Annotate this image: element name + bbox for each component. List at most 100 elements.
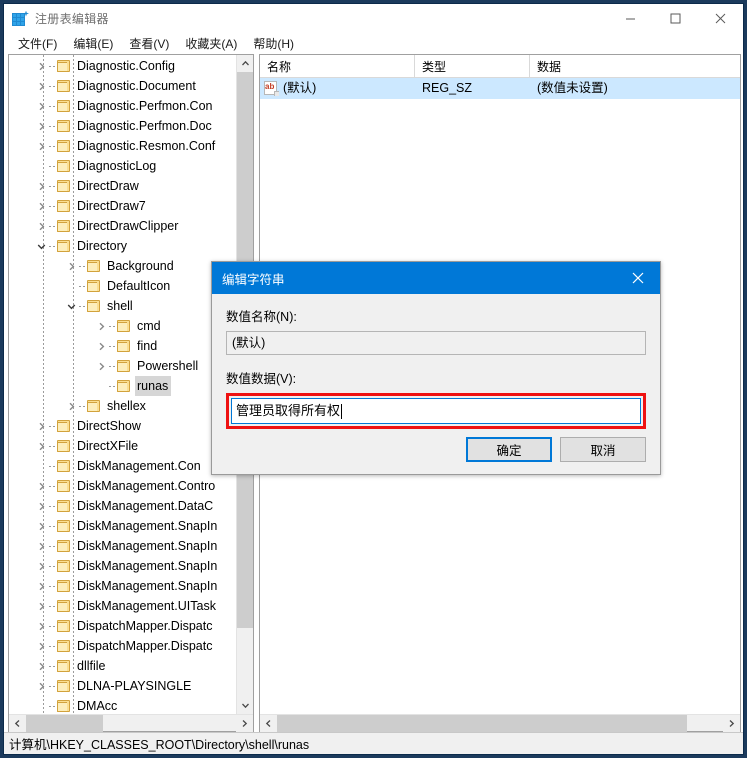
chevron-right-icon[interactable]	[63, 396, 79, 416]
chevron-right-icon[interactable]	[33, 216, 49, 236]
tree-item-diagnostic-config[interactable]: Diagnostic.Config	[9, 56, 236, 76]
tree-item-runas[interactable]: runas	[9, 376, 236, 396]
tree-item-diskmanagement-snapin[interactable]: DiskManagement.SnapIn	[9, 516, 236, 536]
tree-item-powershell[interactable]: Powershell	[9, 356, 236, 376]
values-horizontal-scrollbar[interactable]	[260, 714, 740, 732]
tree-horizontal-scrollbar[interactable]	[9, 714, 253, 732]
tree-item-diagnostic-document[interactable]: Diagnostic.Document	[9, 76, 236, 96]
scroll-up-icon[interactable]	[237, 55, 253, 72]
chevron-right-icon[interactable]	[93, 356, 109, 376]
chevron-right-icon[interactable]	[33, 196, 49, 216]
menu-help[interactable]: 帮助(H)	[245, 33, 302, 55]
close-button[interactable]	[698, 4, 743, 33]
chevron-down-icon[interactable]	[33, 236, 49, 256]
tree-item-diagnosticlog[interactable]: DiagnosticLog	[9, 156, 236, 176]
values-hscroll-thumb[interactable]	[277, 714, 687, 732]
tree-item-diskmanagement-uitask[interactable]: DiskManagement.UITask	[9, 596, 236, 616]
folder-icon	[56, 699, 72, 713]
chevron-right-icon[interactable]	[33, 536, 49, 556]
tree-item-shell[interactable]: shell	[9, 296, 236, 316]
chevron-right-icon[interactable]	[33, 176, 49, 196]
cancel-button[interactable]: 取消	[560, 437, 646, 462]
chevron-down-icon[interactable]	[63, 296, 79, 316]
tree-item-diagnostic-resmon-conf[interactable]: Diagnostic.Resmon.Conf	[9, 136, 236, 156]
tree-item-diagnostic-perfmon-doc[interactable]: Diagnostic.Perfmon.Doc	[9, 116, 236, 136]
value-name-cell[interactable]: ab (默认)	[260, 78, 415, 99]
tree-item-diskmanagement-datac[interactable]: DiskManagement.DataC	[9, 496, 236, 516]
tree-item-directdrawclipper[interactable]: DirectDrawClipper	[9, 216, 236, 236]
chevron-right-icon[interactable]	[33, 56, 49, 76]
tree-item-diskmanagement-snapin[interactable]: DiskManagement.SnapIn	[9, 556, 236, 576]
chevron-right-icon[interactable]	[33, 556, 49, 576]
chevron-right-icon[interactable]	[33, 496, 49, 516]
scroll-right-icon[interactable]	[236, 714, 253, 732]
tree-item-dispatchmapper-dispatc[interactable]: DispatchMapper.Dispatc	[9, 616, 236, 636]
text-caret	[341, 403, 343, 419]
chevron-right-icon[interactable]	[33, 516, 49, 536]
tree-connector	[49, 606, 56, 607]
minimize-button[interactable]	[608, 4, 653, 33]
tree-item-shellex[interactable]: shellex	[9, 396, 236, 416]
table-row[interactable]: ab (默认) REG_SZ (数值未设置)	[260, 78, 740, 99]
column-header-type[interactable]: 类型	[415, 55, 530, 78]
chevron-right-icon[interactable]	[33, 676, 49, 696]
chevron-right-icon[interactable]	[33, 116, 49, 136]
tree-item-diskmanagement-snapin[interactable]: DiskManagement.SnapIn	[9, 536, 236, 556]
dialog-close-icon[interactable]	[616, 262, 660, 294]
tree-item-diskmanagement-contro[interactable]: DiskManagement.Contro	[9, 476, 236, 496]
folder-icon	[116, 339, 132, 353]
chevron-right-icon[interactable]	[33, 96, 49, 116]
tree-item-dlna-playsingle[interactable]: DLNA-PLAYSINGLE	[9, 676, 236, 696]
chevron-right-icon[interactable]	[33, 596, 49, 616]
chevron-right-icon[interactable]	[33, 136, 49, 156]
scroll-down-icon[interactable]	[237, 697, 253, 714]
tree-item-directshow[interactable]: DirectShow	[9, 416, 236, 436]
menu-edit[interactable]: 编辑(E)	[65, 33, 121, 55]
registry-tree[interactable]: Diagnostic.Config Diagnostic.Document Diag…	[9, 55, 236, 714]
chevron-right-icon[interactable]	[93, 316, 109, 336]
chevron-right-icon[interactable]	[93, 336, 109, 356]
tree-connector	[49, 626, 56, 627]
maximize-button[interactable]	[653, 4, 698, 33]
scroll-right-icon[interactable]	[723, 714, 740, 732]
tree-item-label: shellex	[107, 399, 146, 413]
value-data-input[interactable]: 管理员取得所有权	[231, 398, 641, 424]
menu-view[interactable]: 查看(V)	[121, 33, 177, 55]
tree-item-directxfile[interactable]: DirectXFile	[9, 436, 236, 456]
chevron-right-icon[interactable]	[63, 256, 79, 276]
menu-file[interactable]: 文件(F)	[10, 33, 65, 55]
chevron-right-icon[interactable]	[33, 616, 49, 636]
tree-item-background[interactable]: Background	[9, 256, 236, 276]
tree-item-diskmanagement-con[interactable]: DiskManagement.Con	[9, 456, 236, 476]
chevron-right-icon[interactable]	[33, 576, 49, 596]
tree-hscroll-track[interactable]	[26, 714, 236, 732]
chevron-right-icon[interactable]	[33, 76, 49, 96]
tree-item-defaulticon[interactable]: DefaultIcon	[9, 276, 236, 296]
column-header-name[interactable]: 名称	[260, 55, 415, 78]
tree-item-dllfile[interactable]: dllfile	[9, 656, 236, 676]
tree-item-diagnostic-perfmon-con[interactable]: Diagnostic.Perfmon.Con	[9, 96, 236, 116]
ok-button[interactable]: 确定	[466, 437, 552, 462]
scroll-left-icon[interactable]	[9, 714, 26, 732]
tree-connector	[49, 566, 56, 567]
column-header-data[interactable]: 数据	[530, 55, 740, 78]
chevron-right-icon[interactable]	[33, 476, 49, 496]
tree-item-directdraw7[interactable]: DirectDraw7	[9, 196, 236, 216]
tree-item-diskmanagement-snapin[interactable]: DiskManagement.SnapIn	[9, 576, 236, 596]
values-hscroll-track[interactable]	[277, 714, 723, 732]
tree-item-dmacc[interactable]: DMAcc	[9, 696, 236, 714]
value-name-input[interactable]: (默认)	[226, 331, 646, 355]
chevron-right-icon[interactable]	[33, 416, 49, 436]
tree-hscroll-thumb[interactable]	[26, 714, 103, 732]
tree-item-cmd[interactable]: cmd	[9, 316, 236, 336]
scroll-left-icon[interactable]	[260, 714, 277, 732]
chevron-right-icon[interactable]	[33, 656, 49, 676]
tree-item-dispatchmapper-dispatc[interactable]: DispatchMapper.Dispatc	[9, 636, 236, 656]
tree-item-directdraw[interactable]: DirectDraw	[9, 176, 236, 196]
tree-item-find[interactable]: find	[9, 336, 236, 356]
tree-item-directory[interactable]: Directory	[9, 236, 236, 256]
menu-favorites[interactable]: 收藏夹(A)	[177, 33, 245, 55]
chevron-right-icon[interactable]	[33, 636, 49, 656]
chevron-right-icon[interactable]	[33, 436, 49, 456]
